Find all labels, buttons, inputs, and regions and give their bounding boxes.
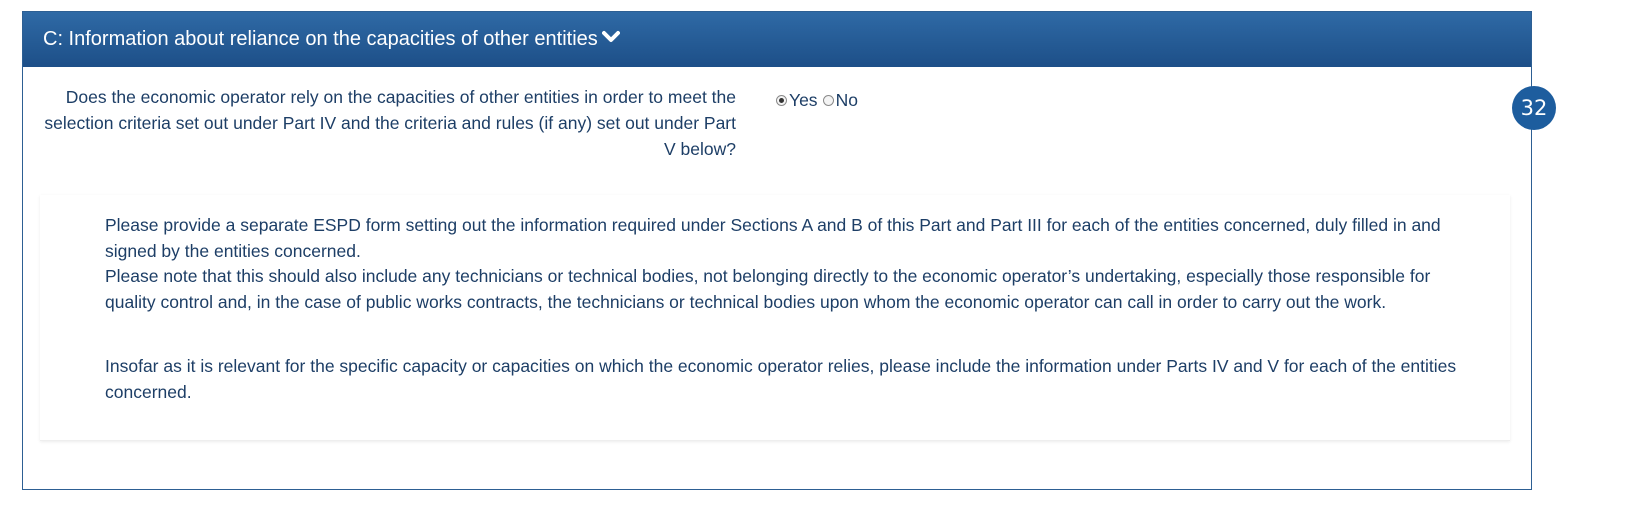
section-title: C: Information about reliance on the cap… <box>43 28 598 50</box>
no-radio-label[interactable]: No <box>836 90 858 111</box>
info-paragraph-1: Please provide a separate ESPD form sett… <box>105 215 1441 261</box>
question-label: Does the economic operator rely on the c… <box>44 87 736 159</box>
chevron-down-icon[interactable] <box>601 30 620 44</box>
reliance-radio-group: Yes No <box>776 90 860 111</box>
section-header[interactable]: C: Information about reliance on the cap… <box>23 12 1531 67</box>
info-paragraph-2: Please note that this should also includ… <box>105 266 1431 312</box>
yes-radio-label[interactable]: Yes <box>789 90 818 111</box>
no-radio[interactable] <box>822 95 834 106</box>
yes-radio[interactable] <box>776 95 787 106</box>
info-paragraph-3: Insofar as it is relevant for the specif… <box>105 356 1457 402</box>
step-number-badge: 32 <box>1512 86 1556 130</box>
